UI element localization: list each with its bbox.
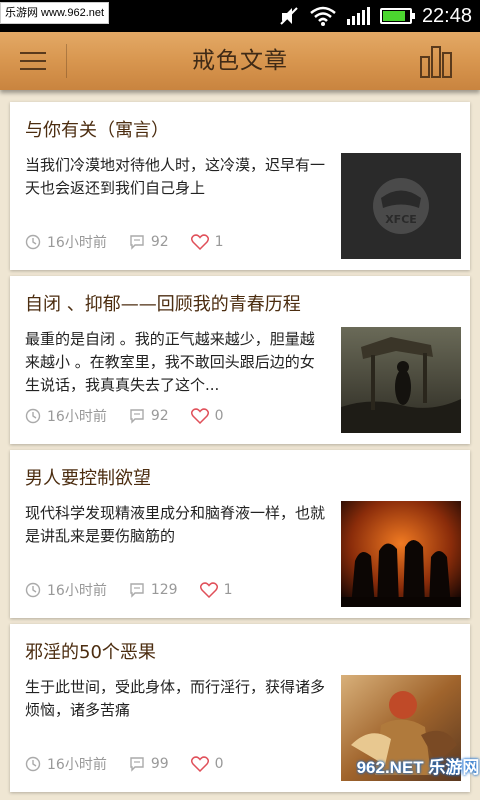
article-meta: 16小时前 99 0 [25, 754, 246, 774]
heart-icon[interactable] [190, 408, 209, 424]
comment-count: 92 [150, 234, 169, 250]
battery-level-fill [382, 11, 406, 21]
wifi-icon [310, 6, 336, 26]
article-card[interactable]: 自闭 、抑郁——回顾我的青春历程 最重的是自闭 。我的正气越来越少，胆量越来越小… [10, 276, 470, 444]
like-count: 1 [223, 582, 233, 598]
article-summary: 当我们冷漠地对待他人时，这冷漠，迟早有一天也会返还到我们自己身上 [25, 156, 325, 197]
article-time: 16小时前 [47, 235, 107, 251]
page-title: 戒色文章 [192, 48, 288, 74]
article-title[interactable]: 邪淫的50个恶果 [25, 638, 156, 664]
article-thumbnail[interactable]: XFCE [341, 153, 461, 259]
article-meta: 16小时前 92 0 [25, 406, 246, 426]
clock-icon [25, 234, 41, 250]
thumbnail-caption: XFCE [385, 213, 417, 226]
site-watermark: 962.NET 乐游网 [356, 758, 480, 777]
like-count: 0 [214, 408, 224, 424]
comment-count: 129 [150, 582, 178, 598]
article-summary: 生于此世间，受此身体，而行淫行，获得诸多烦恼，诸多苦痛 [25, 678, 325, 719]
article-summary: 现代科学发现精液里成分和脑脊液一样，也就是讲乱来是要伤脑筋的 [25, 504, 325, 545]
mute-icon [278, 5, 300, 27]
article-time: 16小时前 [47, 757, 107, 773]
article-title[interactable]: 男人要控制欲望 [25, 464, 151, 490]
comment-icon [130, 757, 144, 772]
action-bar: 戒色文章 [0, 32, 480, 90]
comment-icon [130, 583, 144, 598]
signal-icon [346, 7, 370, 25]
watermark-label: 乐游网 www.962.net [0, 2, 110, 24]
comment-count: 99 [150, 756, 169, 772]
article-time: 16小时前 [47, 583, 107, 599]
bar-chart-icon [420, 46, 452, 78]
article-title[interactable]: 与你有关（寓言） [25, 116, 169, 142]
comment-icon [130, 235, 144, 250]
article-meta: 16小时前 92 1 [25, 232, 246, 252]
article-thumbnail[interactable] [341, 501, 461, 607]
heart-icon[interactable] [199, 582, 218, 598]
heart-icon[interactable] [190, 756, 209, 772]
article-meta: 16小时前 129 1 [25, 580, 254, 600]
status-bar: 乐游网 www.962.net 22:48 [0, 0, 480, 32]
like-count: 1 [214, 234, 224, 250]
heart-icon[interactable] [190, 234, 209, 250]
article-thumbnail[interactable] [341, 327, 461, 433]
like-count: 0 [214, 756, 224, 772]
article-title[interactable]: 自闭 、抑郁——回顾我的青春历程 [25, 290, 301, 316]
article-card[interactable]: 与你有关（寓言） 当我们冷漠地对待他人时，这冷漠，迟早有一天也会返还到我们自己身… [10, 102, 470, 270]
bar-chart-button[interactable] [418, 43, 454, 79]
comment-count: 92 [150, 408, 169, 424]
article-time: 16小时前 [47, 409, 107, 425]
comment-icon [130, 409, 144, 424]
clock-icon [25, 582, 41, 598]
article-card[interactable]: 男人要控制欲望 现代科学发现精液里成分和脑脊液一样，也就是讲乱来是要伤脑筋的 1… [10, 450, 470, 618]
clock-time: 22:48 [421, 4, 472, 27]
clock-icon [25, 408, 41, 424]
article-summary: 最重的是自闭 。我的正气越来越少，胆量越来越小 。在教室里，我不敢回头跟后边的女… [25, 330, 315, 394]
clock-icon [25, 756, 41, 772]
battery-icon [379, 8, 415, 24]
